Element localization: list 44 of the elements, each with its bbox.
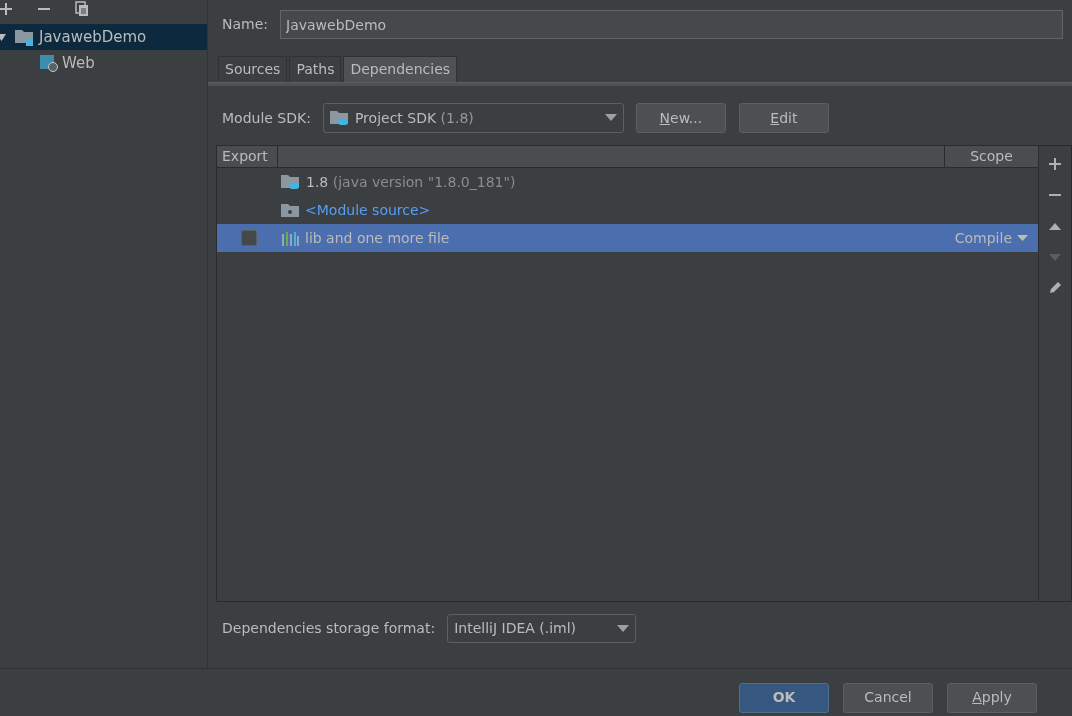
web-module-icon: [40, 54, 58, 72]
scope-dropdown[interactable]: Compile: [954, 227, 1038, 249]
module-sdk-dropdown[interactable]: Project SDK (1.8): [322, 103, 624, 133]
storage-format-label: Dependencies storage format:: [222, 619, 436, 638]
sdk-folder-icon: [329, 110, 350, 126]
column-header[interactable]: Scope: [945, 146, 1038, 167]
dropdown-caret-icon: [617, 624, 630, 633]
plus-icon: [1048, 157, 1062, 171]
tab[interactable]: Dependencies: [343, 56, 458, 82]
dialog-button[interactable]: Cancel: [843, 682, 933, 713]
name-field[interactable]: JavawebDemo: [280, 10, 1063, 39]
storage-format-dropdown[interactable]: IntelliJ IDEA (.iml): [447, 614, 637, 643]
tree-item-label: Web: [62, 52, 95, 74]
pencil-icon: [1048, 281, 1062, 295]
dependency-name: <Module source>: [305, 200, 431, 220]
expanded-arrow-icon: [0, 32, 7, 42]
module-folder-icon: [15, 28, 35, 46]
dependency-row[interactable]: <Module source>: [217, 196, 1038, 224]
sdk-value: Project SDK (1.8): [354, 108, 475, 128]
tree-item[interactable]: JavawebDemo: [0, 24, 207, 50]
module-sdk-label: Module SDK:: [222, 108, 311, 128]
dialog-button[interactable]: OK: [739, 682, 829, 713]
dependency-name: 1.8 (java version "1.8.0_181"): [306, 172, 516, 192]
export-checkbox[interactable]: [241, 230, 257, 246]
tab[interactable]: Sources: [218, 56, 288, 82]
source-folder-icon: [281, 203, 299, 217]
name-label: Name:: [222, 15, 269, 34]
dependency-row[interactable]: lib and one more file Compile: [217, 224, 1038, 252]
tab[interactable]: Paths: [289, 56, 342, 82]
dependency-name: lib and one more file: [305, 228, 450, 248]
plus-icon: [0, 2, 13, 16]
edit-button[interactable]: Edit: [738, 103, 829, 133]
dropdown-caret-icon: [604, 114, 617, 122]
dependency-row[interactable]: 1.8 (java version "1.8.0_181"): [217, 168, 1038, 196]
sdk-folder-icon: [281, 174, 300, 190]
copy-icon: [75, 1, 89, 17]
tree-item-label: JavawebDemo: [39, 26, 147, 48]
dropdown-caret-icon: [1017, 234, 1028, 242]
library-icon: [281, 230, 299, 246]
tree-item[interactable]: Web: [0, 50, 207, 76]
dialog-button[interactable]: Apply: [947, 682, 1037, 713]
column-header[interactable]: Export: [217, 146, 278, 167]
storage-format-value: IntelliJ IDEA (.iml): [454, 619, 577, 638]
new-button[interactable]: New...: [635, 103, 726, 133]
